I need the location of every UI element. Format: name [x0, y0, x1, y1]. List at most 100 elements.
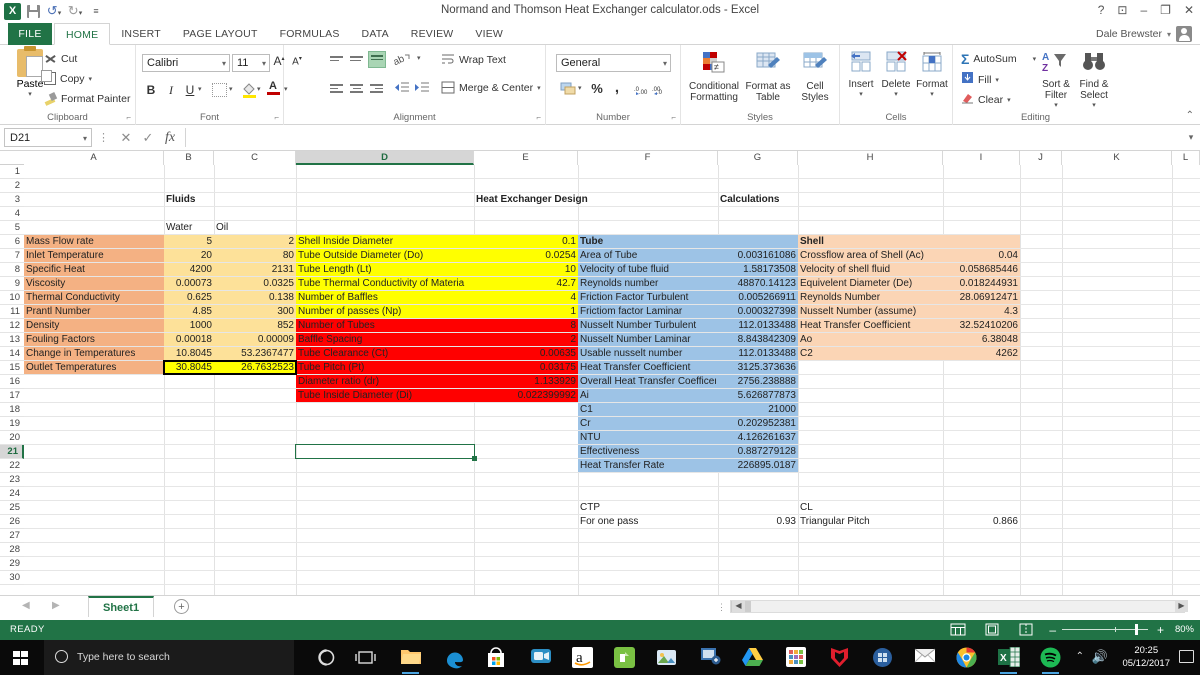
name-box-caret-icon[interactable]: ▾	[83, 129, 87, 148]
cell-F10[interactable]: Friction Factor Turbulent	[578, 291, 718, 305]
bluetooth-icon[interactable]	[872, 647, 893, 668]
row-header-11[interactable]: 11	[0, 305, 24, 319]
font-size-input[interactable]: 11 ▾	[232, 54, 270, 72]
sort-filter-caret-icon[interactable]: ▾	[1037, 101, 1075, 109]
previous-sheet-icon[interactable]: ◀	[22, 600, 30, 611]
delete-caret-icon[interactable]: ▾	[878, 90, 914, 98]
clock[interactable]: 20:25 05/12/2017	[1122, 644, 1170, 670]
find-select-button[interactable]: Find & Select ▾	[1075, 49, 1113, 109]
page-break-preview-icon[interactable]	[1018, 623, 1040, 637]
column-header-g[interactable]: G	[718, 151, 798, 165]
cell-E13[interactable]: 2	[474, 333, 578, 347]
format-caret-icon[interactable]: ▾	[914, 90, 950, 98]
cell-C14[interactable]: 53.2367477	[214, 347, 296, 361]
cell-C8[interactable]: 2131	[214, 263, 296, 277]
align-right-icon[interactable]	[368, 81, 385, 96]
fill-color-caret-icon[interactable]: ▾	[257, 85, 261, 93]
cell-F15[interactable]: Heat Transfer Coefficient	[578, 361, 718, 375]
decrease-indent-icon[interactable]	[394, 81, 411, 96]
cell-G17[interactable]: 5.626877873	[718, 389, 798, 403]
sort-filter-button[interactable]: A Z Sort & Filter ▾	[1037, 49, 1075, 109]
cell-G13[interactable]: 8.843842309	[718, 333, 798, 347]
cell-B15[interactable]: 30.8045	[164, 361, 214, 375]
evernote-icon[interactable]	[614, 647, 635, 668]
column-header-d[interactable]: D	[296, 151, 474, 165]
accounting-format-icon[interactable]	[560, 81, 576, 100]
font-family-input[interactable]: Calibri ▾	[142, 54, 230, 72]
cell-F6[interactable]: Tube	[578, 235, 718, 249]
borders-icon[interactable]	[212, 83, 227, 97]
insert-function-icon[interactable]: fx	[159, 130, 181, 146]
row-header-6[interactable]: 6	[0, 235, 24, 249]
row-header-5[interactable]: 5	[0, 221, 24, 235]
cell-G14[interactable]: 112.0133488	[718, 347, 798, 361]
clipboard-dialog-launcher[interactable]: ⌐	[126, 113, 131, 122]
column-header-e[interactable]: E	[474, 151, 578, 165]
cell-I26[interactable]: 0.866	[943, 515, 1020, 529]
cell-A9[interactable]: Viscosity	[24, 277, 164, 291]
cell-D6[interactable]: Shell Inside Diameter	[296, 235, 474, 249]
column-header-k[interactable]: K	[1062, 151, 1172, 165]
cell-E14[interactable]: 0.00635	[474, 347, 578, 361]
add-sheet-button[interactable]: +	[174, 599, 189, 614]
merge-caret-icon[interactable]: ▾	[537, 84, 541, 92]
cell-G8[interactable]: 1.58173508	[718, 263, 798, 277]
cell-F8[interactable]: Velocity of tube fluid	[578, 263, 718, 277]
cell-F22[interactable]: Heat Transfer Rate	[578, 459, 718, 473]
cortana-icon[interactable]	[316, 647, 337, 668]
column-header-f[interactable]: F	[578, 151, 718, 165]
row-header-28[interactable]: 28	[0, 543, 24, 557]
row-header-27[interactable]: 27	[0, 529, 24, 543]
cell-C5[interactable]: Oil	[214, 221, 296, 235]
cell-H9[interactable]: Equivelent Diameter (De)	[798, 277, 943, 291]
help-icon[interactable]: ?	[1098, 3, 1105, 17]
start-button[interactable]	[0, 640, 44, 675]
cell-A15[interactable]: Outlet Temperatures	[24, 361, 164, 375]
remote-desktop-icon[interactable]	[700, 647, 721, 668]
tab-review[interactable]: REVIEW	[400, 23, 465, 45]
row-header-23[interactable]: 23	[0, 473, 24, 487]
amazon-icon[interactable]: a	[572, 647, 593, 668]
tab-insert[interactable]: INSERT	[110, 23, 172, 45]
decrease-decimal-icon[interactable]: .00.0	[652, 82, 668, 101]
align-top-icon[interactable]	[328, 53, 345, 68]
cell-I10[interactable]: 28.06912471	[943, 291, 1020, 305]
cell-A12[interactable]: Density	[24, 319, 164, 333]
column-header-j[interactable]: J	[1020, 151, 1062, 165]
column-header-i[interactable]: I	[943, 151, 1020, 165]
confirm-icon[interactable]: ✓	[137, 130, 159, 146]
cell-E8[interactable]: 10	[474, 263, 578, 277]
row-header-24[interactable]: 24	[0, 487, 24, 501]
cell-D14[interactable]: Tube Clearance (Ct)	[296, 347, 474, 361]
cell-H6[interactable]: Shell	[798, 235, 943, 249]
cell-A6[interactable]: Mass Flow rate	[24, 235, 164, 249]
account-area[interactable]: Dale Brewster ▾	[1096, 26, 1192, 42]
sheet-tab-sheet1[interactable]: Sheet1	[88, 596, 155, 617]
cell-F11[interactable]: Frictiom factor Laminar	[578, 305, 718, 319]
row-header-8[interactable]: 8	[0, 263, 24, 277]
cell-E17[interactable]: 0.022399992	[474, 389, 578, 403]
row-header-21[interactable]: 21	[0, 445, 24, 459]
cell-H12[interactable]: Heat Transfer Coefficient	[798, 319, 943, 333]
google-drive-icon[interactable]	[742, 647, 763, 668]
column-header-b[interactable]: B	[164, 151, 214, 165]
mcafee-icon[interactable]	[830, 647, 851, 668]
cell-C9[interactable]: 0.0325	[214, 277, 296, 291]
row-header-12[interactable]: 12	[0, 319, 24, 333]
cell-I8[interactable]: 0.058685446	[943, 263, 1020, 277]
format-as-table-button[interactable]: Format as Table	[743, 49, 793, 103]
row-header-1[interactable]: 1	[0, 165, 24, 179]
cell-D7[interactable]: Tube Outside Diameter (Do)	[296, 249, 474, 263]
horizontal-scrollbar[interactable]	[730, 600, 1185, 613]
wrap-text-button[interactable]: Wrap Text	[441, 53, 506, 66]
bold-button[interactable]: B	[144, 83, 158, 97]
increase-decimal-icon[interactable]: .0.00	[634, 82, 650, 101]
cell-E9[interactable]: 42.7	[474, 277, 578, 291]
row-header-7[interactable]: 7	[0, 249, 24, 263]
fill-color-icon[interactable]	[242, 82, 257, 103]
cell-G22[interactable]: 226895.0187	[718, 459, 798, 473]
cell-H26[interactable]: Triangular Pitch	[798, 515, 943, 529]
cell-B8[interactable]: 4200	[164, 263, 214, 277]
cell-G6[interactable]	[718, 235, 798, 249]
cut-button[interactable]: Cut	[44, 52, 77, 65]
